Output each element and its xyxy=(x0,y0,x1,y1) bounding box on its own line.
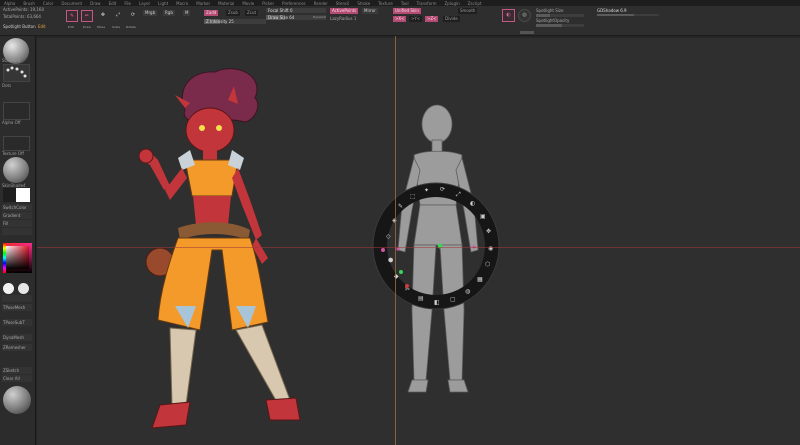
dial-tool-19-icon[interactable]: ⬢ xyxy=(388,257,393,264)
canvas-artwork: ◈ ✎ ⬚ ✦ ⟳ ⤢ ◐ ▣ ✥ ◉ ⬡ ▦ ◍ ▢ ◧ ▤ ✂ ◆ ⬢ ◇ xyxy=(138,68,500,429)
dial-green-marker xyxy=(399,270,403,274)
dial-tool-12-icon[interactable]: ▦ xyxy=(477,276,483,283)
horizontal-guide-line xyxy=(37,247,800,248)
zbrush-window: Alpha Brush Color Document Draw Edit Fil… xyxy=(0,0,800,445)
dial-pink-marker xyxy=(381,248,385,252)
dial-tool-13-icon[interactable]: ◍ xyxy=(465,288,470,295)
dial-tool-3-icon[interactable]: ⬚ xyxy=(410,193,416,200)
dial-tool-15-icon[interactable]: ◧ xyxy=(434,299,440,306)
dial-tool-6-icon[interactable]: ⤢ xyxy=(456,191,461,198)
character-illustration xyxy=(138,68,301,429)
dial-tool-4-icon[interactable]: ✦ xyxy=(424,187,429,194)
dial-tool-16-icon[interactable]: ▤ xyxy=(418,295,424,302)
dial-tool-7-icon[interactable]: ◐ xyxy=(470,200,475,207)
mannequin-model[interactable] xyxy=(397,104,479,393)
dial-tool-9-icon[interactable]: ✥ xyxy=(486,228,491,235)
dial-red-marker xyxy=(405,284,409,288)
dial-tool-5-icon[interactable]: ⟳ xyxy=(440,186,445,193)
dial-tool-8-icon[interactable]: ▣ xyxy=(480,213,486,220)
dial-tool-14-icon[interactable]: ▢ xyxy=(450,296,456,303)
dial-tool-11-icon[interactable]: ⬡ xyxy=(485,261,490,268)
dial-tool-2-icon[interactable]: ✎ xyxy=(398,203,403,210)
dial-tool-20-icon[interactable]: ◇ xyxy=(386,233,391,240)
vertical-guide-line xyxy=(395,36,396,445)
